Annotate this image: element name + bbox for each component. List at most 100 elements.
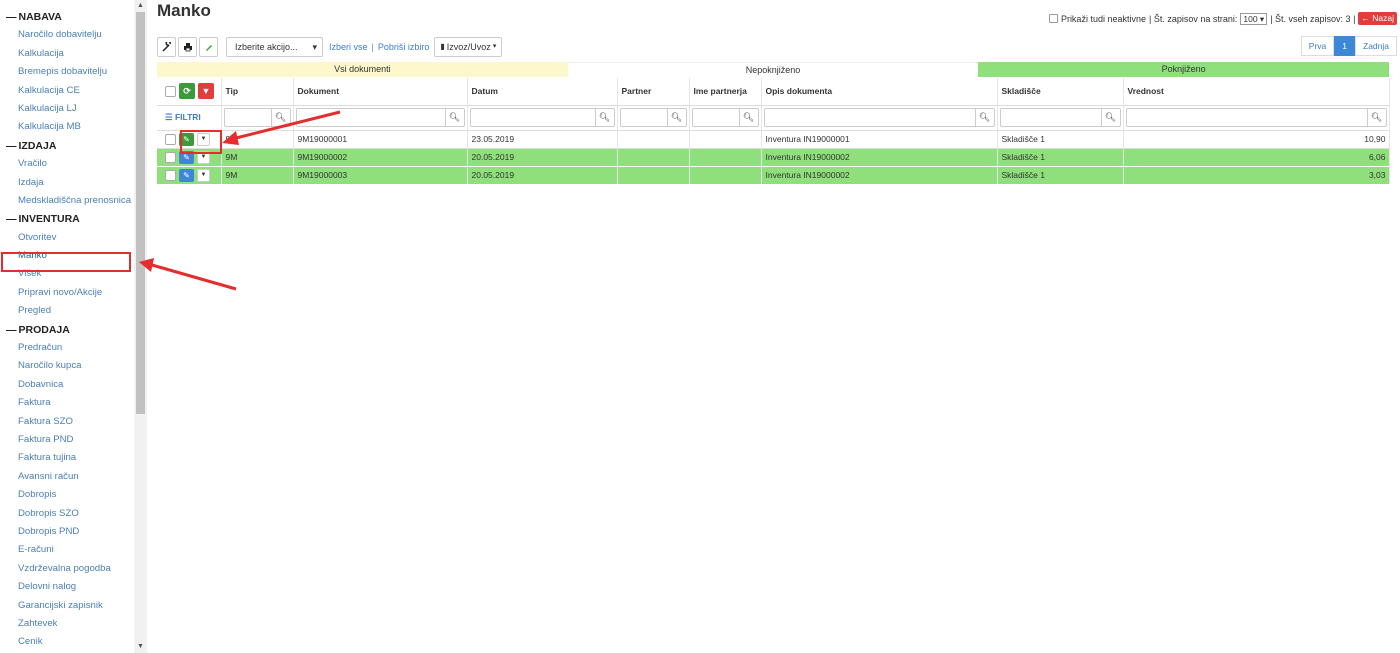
sidebar-item[interactable]: Avansni račun (0, 468, 134, 486)
sidebar-item[interactable]: Vzdrževalna pogodba (0, 560, 134, 578)
sidebar-item[interactable]: Kalkulacija CE (0, 82, 134, 100)
action-select[interactable]: Izberite akcijo... ▾ (226, 37, 323, 57)
filter-vrednost-input[interactable]: 🔍︎ (1125, 108, 1387, 127)
sidebar-item[interactable]: Faktura tujina (0, 449, 134, 467)
sidebar-item[interactable]: Faktura SZO (0, 413, 134, 431)
select-all-link[interactable]: Izberi vse (329, 42, 368, 52)
sidebar-item[interactable]: Naročilo kupca (0, 357, 134, 375)
edit-pencil-icon[interactable]: ✎ (179, 168, 194, 182)
sidebar-item[interactable]: Kalkulacija (0, 45, 134, 63)
filters-toggle[interactable]: ☰ FILTRI (159, 112, 201, 122)
sidebar-item[interactable]: Pregled (0, 302, 134, 320)
row-checkbox[interactable] (165, 151, 176, 163)
page-title: Manko (157, 1, 211, 20)
row-checkbox[interactable] (165, 133, 176, 145)
sidebar-item[interactable]: Bremepis dobavitelju (0, 63, 134, 81)
wrench-icon[interactable] (157, 37, 176, 57)
scroll-down-icon[interactable]: ▼ (134, 641, 147, 653)
sidebar-item[interactable]: Zahtevek (0, 615, 134, 633)
table-row[interactable]: ✎ ▼ 9M 9M19000003 20.05.2019 Inventura IN1900… (157, 166, 1390, 185)
sidebar-item[interactable]: Kalkulacija LJ (0, 100, 134, 118)
col-header[interactable]: Vrednost (1123, 78, 1390, 106)
cell-ime (689, 148, 762, 167)
collapse-icon[interactable]: — (6, 140, 17, 152)
page-current[interactable]: 1 (1334, 36, 1355, 56)
col-header[interactable]: Dokument (293, 78, 468, 106)
pencil-icon[interactable] (199, 37, 218, 57)
row-checkbox[interactable] (165, 169, 176, 181)
filter-cell: 🔍︎ (617, 105, 690, 131)
sidebar-item[interactable]: Dobropis PND (0, 523, 134, 541)
sidebar-item[interactable]: Dobropis SZO (0, 505, 134, 523)
sidebar-item[interactable]: E-računi (0, 541, 134, 559)
show-inactive-checkbox[interactable] (1048, 14, 1058, 23)
print-icon[interactable] (178, 37, 197, 57)
sidebar-item[interactable]: Medskladiščna prenosnica (0, 192, 134, 210)
table-row[interactable]: ✎ ▼ 9M 9M19000002 20.05.2019 Inventura IN1900… (157, 148, 1390, 167)
sidebar-item[interactable]: Pripravi novo/Akcije (0, 284, 134, 302)
sidebar-section-prodaja[interactable]: — PRODAJA (0, 321, 134, 339)
filter-tip-input[interactable]: 🔍︎ (223, 108, 291, 127)
filter-ime-input[interactable]: 🔍︎ (691, 108, 759, 127)
col-header[interactable]: Tip (221, 78, 294, 106)
col-header[interactable]: Ime partnerja (689, 78, 762, 106)
row-menu-caret-icon[interactable]: ▼ (197, 168, 210, 182)
sidebar-item[interactable]: Dobavnica (0, 376, 134, 394)
page-last[interactable]: Zadnja (1355, 36, 1397, 56)
collapse-icon[interactable]: — (6, 11, 17, 23)
per-page-select[interactable]: 100 ▾ (1240, 12, 1268, 25)
page-first[interactable]: Prva (1300, 36, 1335, 56)
filter-opis-input[interactable]: 🔍︎ (763, 108, 995, 127)
sidebar-item[interactable]: Vračilo (0, 155, 134, 173)
filter-dokument-input[interactable]: 🔍︎ (295, 108, 465, 127)
search-icon[interactable]: 🔍︎ (596, 109, 614, 126)
sidebar-item[interactable]: Faktura PND (0, 431, 134, 449)
scrollbar-thumb[interactable] (136, 12, 145, 414)
sidebar-section-nabava[interactable]: — NABAVA (0, 8, 134, 26)
sidebar-section-izdaja[interactable]: — IZDAJA (0, 137, 134, 155)
pagination: Prva 1 Zadnja (1300, 36, 1397, 56)
col-header[interactable]: Datum (467, 78, 618, 106)
scroll-up-icon[interactable]: ▲ (134, 0, 147, 12)
search-icon[interactable]: 🔍︎ (272, 109, 290, 126)
sidebar-item[interactable]: Predračun (0, 339, 134, 357)
sidebar-item[interactable]: Otvoritev (0, 229, 134, 247)
cell-opis: Inventura IN19000002 (761, 148, 998, 167)
collapse-icon[interactable]: — (6, 324, 17, 336)
collapse-icon[interactable]: — (6, 213, 17, 225)
export-import-label: Izvoz/Uvoz (446, 42, 491, 52)
search-icon[interactable]: 🔍︎ (1368, 109, 1386, 126)
filter-unposted[interactable]: Nepoknjiženo (567, 62, 979, 77)
sidebar-item[interactable]: Izdaja (0, 174, 134, 192)
clear-selection-link[interactable]: Pobriši izbiro (378, 42, 430, 52)
filter-all-documents[interactable]: Vsi dokumenti (157, 62, 568, 77)
sidebar-item[interactable]: Naročilo dobavitelju (0, 26, 134, 44)
filter-skladisce-input[interactable]: 🔍︎ (999, 108, 1121, 127)
col-header[interactable]: Opis dokumenta (761, 78, 998, 106)
sidebar-section-inventura[interactable]: — INVENTURA (0, 210, 134, 228)
status-filter-bar: Vsi dokumenti Nepoknjiženo Poknjiženo (157, 62, 1390, 77)
sidebar-item[interactable]: Kalkulacija MB (0, 118, 134, 136)
filter-posted[interactable]: Poknjiženo (978, 62, 1390, 77)
refresh-icon[interactable]: ⟳ (179, 83, 195, 100)
table-row[interactable]: ✎ ▼ 9M 9M19000001 23.05.2019 Inventura IN1900… (157, 130, 1390, 149)
sidebar-scrollbar[interactable]: ▲ ▼ (134, 0, 147, 653)
filter-datum-input[interactable]: 🔍︎ (469, 108, 615, 127)
export-import-button[interactable]: ▮ Izvoz/Uvoz ▾ (434, 37, 503, 57)
filter-partner-input[interactable]: 🔍︎ (619, 108, 687, 127)
select-all-checkbox[interactable] (165, 85, 176, 97)
search-icon[interactable]: 🔍︎ (446, 109, 464, 126)
col-header[interactable]: Partner (617, 78, 690, 106)
sidebar-item[interactable]: Garancijski zapisnik (0, 597, 134, 615)
sidebar-item[interactable]: Cenik (0, 633, 134, 651)
search-icon[interactable]: 🔍︎ (976, 109, 994, 126)
sidebar-item[interactable]: Delovni nalog (0, 578, 134, 596)
filter-icon[interactable]: ▼ (198, 83, 214, 100)
col-header[interactable]: Skladišče (997, 78, 1124, 106)
search-icon[interactable]: 🔍︎ (1102, 109, 1120, 126)
search-icon[interactable]: 🔍︎ (668, 109, 686, 126)
sidebar-item[interactable]: Faktura (0, 394, 134, 412)
back-button[interactable]: ← Nazaj (1358, 12, 1397, 25)
search-icon[interactable]: 🔍︎ (740, 109, 758, 126)
sidebar-item[interactable]: Dobropis (0, 486, 134, 504)
